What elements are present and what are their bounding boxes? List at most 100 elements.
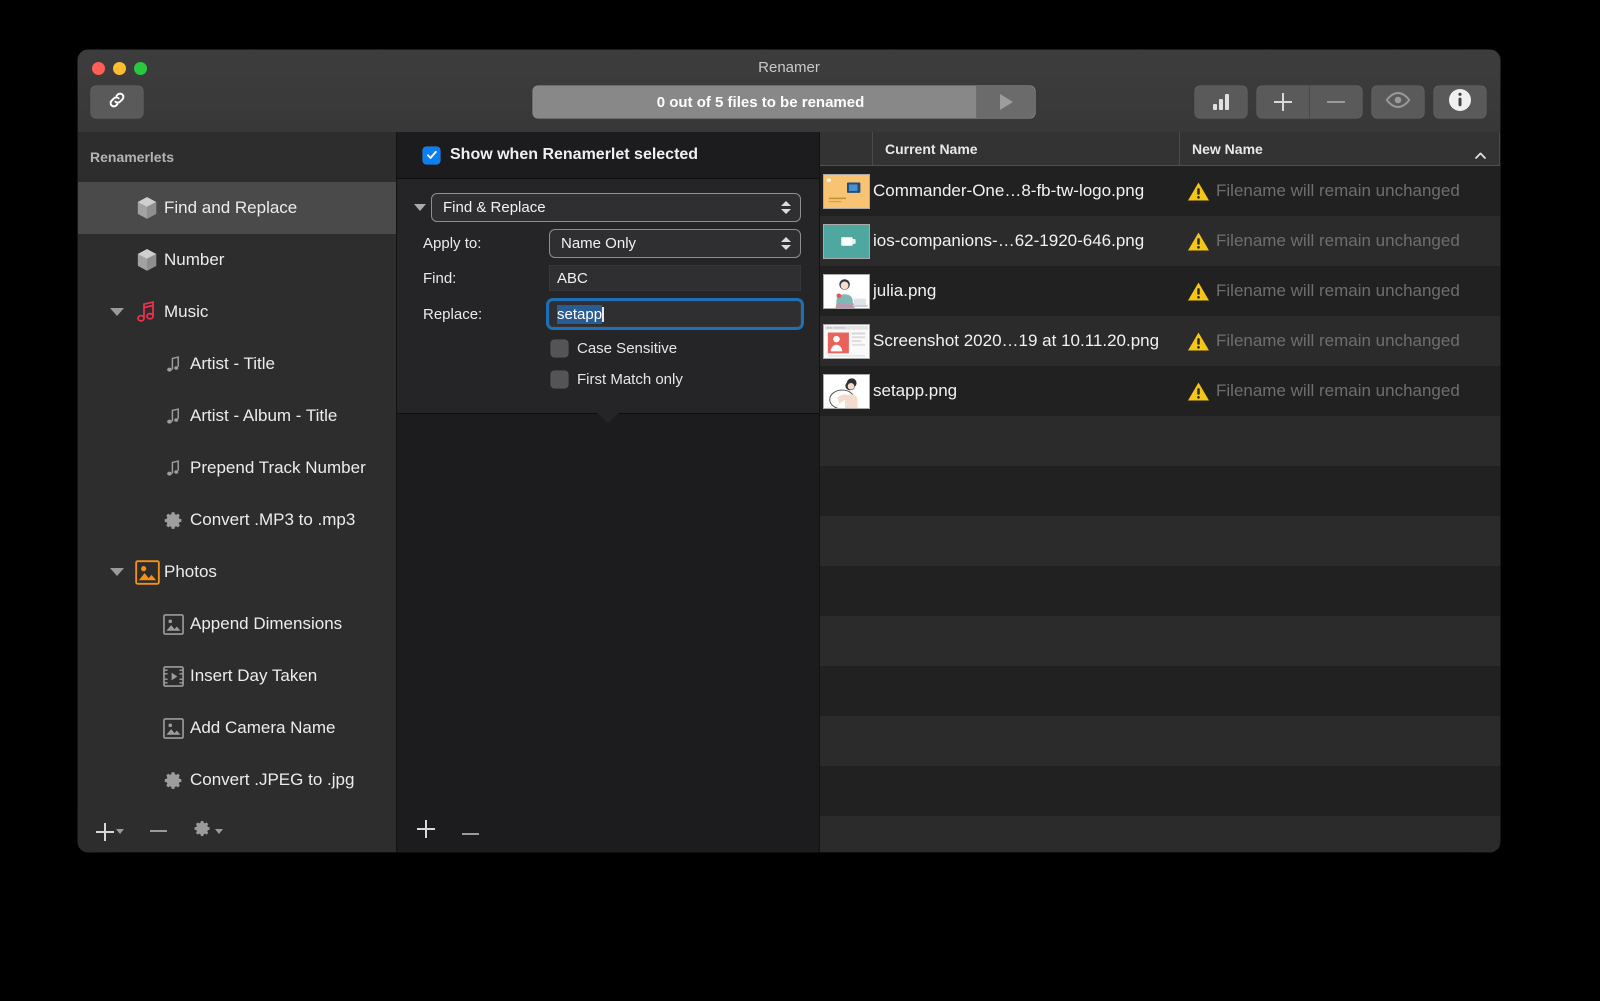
editor-empty-area [397,414,819,810]
stats-button[interactable] [1195,86,1247,118]
case-sensitive-checkbox[interactable] [551,340,568,357]
sidebar-item-artist-title[interactable]: Artist - Title [78,338,396,390]
new-name-cell: Filename will remain unchanged [1216,231,1460,250]
disclosure-twisty-icon[interactable] [104,308,130,316]
play-triangle-icon [999,94,1013,110]
sidebar-add-button[interactable] [96,822,124,841]
link-button[interactable] [91,86,143,118]
icon-slot [156,665,190,687]
music-file-icon [164,406,183,426]
title-bar: Renamer 0 out of 5 files to be renamed [78,50,1500,133]
table-row[interactable]: Commander-One…8-fb-tw-logo.png Filename … [820,166,1500,216]
apply-to-label: Apply to: [423,234,482,252]
action-popup-button[interactable]: Find & Replace [431,192,801,222]
empty-table-row [820,466,1500,516]
chevron-down-icon [215,828,223,834]
gear-icon [163,510,184,531]
table-row[interactable]: ios-companions-…62-1920-646.png Filename… [820,216,1500,266]
icon-slot [156,717,190,739]
current-name-column-header[interactable]: Current Name [873,132,1180,165]
sidebar-settings-button[interactable] [193,819,223,843]
add-file-button[interactable] [1257,86,1309,118]
status-warning [1180,381,1216,402]
sidebar-item-insert-day-taken[interactable]: Insert Day Taken [78,650,396,702]
section-disclosure-twisty[interactable] [409,203,431,211]
sidebar-item-find-and-replace[interactable]: Find and Replace [78,182,396,234]
sidebar-item-label: Music [164,302,209,321]
editor-add-button[interactable] [417,820,435,842]
find-replace-form: Find & Replace Apply to: Name Only Find: [397,179,819,423]
new-name-column-header[interactable]: New Name [1180,132,1500,165]
minus-icon [150,830,167,832]
replace-row: Replace: setapp [397,295,819,333]
new-name-cell: Filename will remain unchanged [1216,331,1460,350]
chevron-updown-icon [780,234,792,252]
icon-slot [156,458,190,478]
chevron-up-icon [1475,146,1486,159]
minus-icon [462,833,479,835]
warning-icon [1187,331,1210,352]
empty-table-row [820,516,1500,566]
first-match-checkbox[interactable] [551,371,568,388]
setapp-thumb [823,373,870,409]
cube-icon [136,248,158,272]
status-warning [1180,331,1216,352]
chevron-updown-icon [780,198,792,216]
empty-table-row [820,616,1500,666]
sidebar-remove-button[interactable] [150,830,167,832]
renamerlet-list[interactable]: Find and Replace Number Music Artist - T… [78,182,396,810]
sidebar-item-prepend-track-number[interactable]: Prepend Track Number [78,442,396,494]
show-when-selected-row[interactable]: Show when Renamerlet selected [397,132,819,179]
show-when-selected-checkbox[interactable] [423,146,440,164]
status-warning [1180,181,1216,202]
run-rename-button[interactable] [976,86,1035,118]
icon-slot [156,770,190,791]
current-name-cell: Screenshot 2020…19 at 10.11.20.png [873,331,1160,350]
renamerlet-editor-panel: Show when Renamerlet selected Find & Rep… [397,132,820,852]
find-input[interactable]: ABC [549,265,801,291]
plus-icon [1274,93,1292,111]
case-sensitive-row[interactable]: Case Sensitive [397,333,819,364]
warning-icon [1187,281,1210,302]
sidebar-item-number[interactable]: Number [78,234,396,286]
sidebar-item-append-dimensions[interactable]: Append Dimensions [78,598,396,650]
table-row[interactable]: julia.png Filename will remain unchanged [820,266,1500,316]
apply-to-popup-button[interactable]: Name Only [549,228,801,258]
preview-button[interactable] [1372,86,1424,118]
sidebar-item-convert-jpeg-to-jpg[interactable]: Convert .JPEG to .jpg [78,754,396,806]
empty-table-row [820,766,1500,816]
find-label: Find: [423,269,457,287]
icon-slot [156,510,190,531]
first-match-row[interactable]: First Match only [397,364,819,395]
disclosure-twisty-icon[interactable] [104,568,130,576]
info-icon [1448,88,1472,117]
apply-to-row: Apply to: Name Only [397,225,819,261]
sidebar-item-partially-visible[interactable] [78,806,396,810]
thumbnail-column-header [820,132,873,165]
plus-icon [96,822,114,841]
sidebar-item-label: Artist - Title [190,354,276,373]
info-button[interactable] [1434,86,1486,118]
sidebar-item-artist-album-title[interactable]: Artist - Album - Title [78,390,396,442]
find-row: Find: ABC [397,261,819,295]
sidebar-item-photos[interactable]: Photos [78,546,396,598]
sidebar-header: Renamerlets [90,149,175,165]
window-title: Renamer [758,59,820,76]
empty-table-row [820,716,1500,766]
table-row[interactable]: setapp.png Filename will remain unchange… [820,366,1500,416]
remove-file-button[interactable] [1309,86,1362,118]
current-name-cell: Commander-One…8-fb-tw-logo.png [873,181,1145,200]
empty-table-row [820,816,1500,852]
status-warning [1180,281,1216,302]
sidebar-item-convert-mp3-to-mp3[interactable]: Convert .MP3 to .mp3 [78,494,396,546]
window-body: Renamerlets Find and Replace Number Musi… [78,132,1500,852]
icon-slot [156,354,190,374]
apply-to-value: Name Only [561,234,637,252]
replace-input[interactable]: setapp [549,301,801,327]
table-row[interactable]: Screenshot 2020…19 at 10.11.20.png Filen… [820,316,1500,366]
file-list-rows[interactable]: Commander-One…8-fb-tw-logo.png Filename … [820,166,1500,852]
sidebar-item-add-camera-name[interactable]: Add Camera Name [78,702,396,754]
sidebar-item-label: Artist - Album - Title [190,406,338,425]
editor-remove-button[interactable] [462,822,479,840]
sidebar-item-music[interactable]: Music [78,286,396,338]
